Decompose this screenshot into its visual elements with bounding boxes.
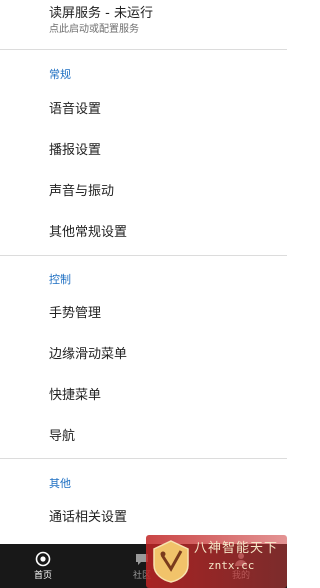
settings-item-label: 快捷菜单 (49, 388, 102, 403)
settings-item-label: 语音设置 (49, 102, 102, 117)
settings-item-label: 声音与振动 (49, 184, 115, 199)
settings-item-gestures[interactable]: 手势管理 (0, 294, 287, 334)
watermark-logo: 八神智能天下 zntx.cc (146, 535, 287, 588)
section-header-general: 常规 (49, 68, 71, 81)
nav-label: 首页 (33, 571, 52, 581)
divider (0, 255, 287, 256)
settings-item-quick-menu[interactable]: 快捷菜单 (0, 376, 287, 416)
settings-item-label: 其他常规设置 (49, 225, 128, 240)
settings-page: 读屏服务 - 未运行 点此启动或配置服务 常规 语音设置 播报设置 声音与振动 … (0, 0, 287, 588)
settings-item-label: 手势管理 (49, 306, 102, 321)
section-header-other: 其他 (49, 477, 71, 490)
settings-item-announcement[interactable]: 播报设置 (0, 131, 287, 171)
settings-item-label: 播报设置 (49, 143, 102, 158)
settings-item-label: 导航 (49, 429, 76, 444)
watermark-badge-icon (153, 540, 189, 583)
settings-item-call[interactable]: 通话相关设置 (0, 498, 287, 538)
settings-item-label: 通话相关设置 (49, 510, 128, 525)
screen-reader-service-row[interactable]: 读屏服务 - 未运行 点此启动或配置服务 (0, 0, 287, 48)
settings-item-voice[interactable]: 语音设置 (0, 90, 287, 130)
nav-item-home[interactable]: 首页 (8, 544, 78, 588)
settings-item-other-general[interactable]: 其他常规设置 (0, 213, 287, 253)
settings-item-edge-swipe-menu[interactable]: 边缘滑动菜单 (0, 335, 287, 375)
settings-item-label: 边缘滑动菜单 (49, 347, 128, 362)
service-status-subtitle: 点此启动或配置服务 (49, 24, 139, 35)
service-status-title: 读屏服务 - 未运行 (49, 6, 153, 21)
settings-item-navigation[interactable]: 导航 (0, 417, 287, 457)
divider (0, 458, 287, 459)
settings-item-sound-vibration[interactable]: 声音与振动 (0, 172, 287, 212)
watermark-title: 八神智能天下 (194, 541, 279, 556)
section-header-control: 控制 (49, 273, 71, 286)
home-icon (35, 551, 51, 567)
watermark-domain: zntx.cc (208, 559, 255, 572)
divider (0, 49, 287, 50)
